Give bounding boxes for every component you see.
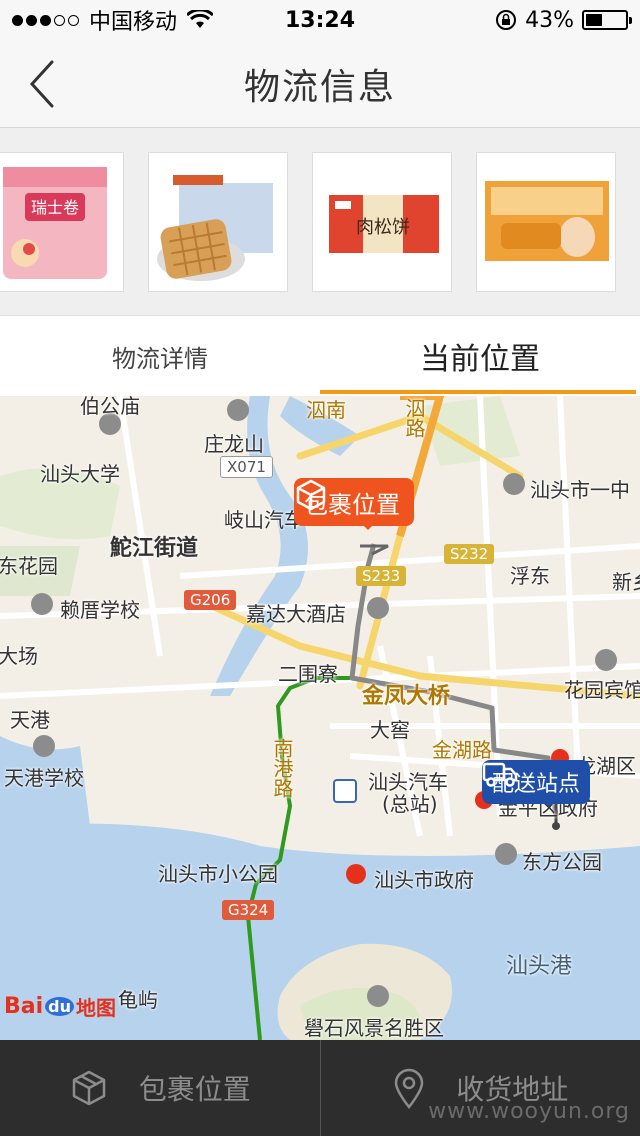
- map-label: 鮀江街道: [110, 536, 199, 561]
- map-label: 天港: [10, 708, 50, 732]
- delivery-station-marker[interactable]: 配送站点: [482, 760, 591, 807]
- map-label: 庄龙山: [204, 432, 264, 456]
- map-label: 汕头市小公园: [158, 862, 278, 886]
- package-location-label: 包裹位置: [138, 1073, 251, 1106]
- tab-bar: 物流详情 当前位置: [0, 316, 640, 396]
- road-badge: G206: [184, 590, 237, 610]
- road-badge: X071: [220, 456, 273, 478]
- map-label: 花园宾馆: [564, 678, 640, 702]
- package-icon: [72, 1070, 105, 1106]
- product-thumbnail[interactable]: 肉松饼: [312, 152, 452, 292]
- tab-logistics-details[interactable]: 物流详情: [0, 316, 320, 396]
- watermark: www.wooyun.org: [428, 1099, 630, 1124]
- map-label: 嘉达大酒店: [246, 602, 346, 626]
- product-strip[interactable]: 瑞士卷 肉松饼: [0, 128, 640, 316]
- product-thumbnail[interactable]: 瑞士卷: [0, 152, 124, 292]
- map-label: 天港学校: [4, 766, 84, 790]
- map-label: 岐山汽车: [224, 508, 304, 532]
- svg-text:肉松饼: 肉松饼: [356, 217, 410, 238]
- map-label: 金凤大桥: [362, 684, 451, 709]
- wifi-icon: [187, 10, 214, 28]
- map-label: 龟屿: [118, 988, 158, 1012]
- baidu-map-logo: Bai du 地图: [4, 994, 116, 1020]
- map-label: 泅路: [402, 398, 426, 438]
- chevron-left-icon: [29, 60, 54, 108]
- map-label: 汕头市一中: [530, 478, 630, 502]
- map-label: 东方公园: [522, 850, 602, 874]
- product-thumbnail[interactable]: [476, 152, 616, 292]
- status-bar: 中国移动 13:24 43%: [0, 0, 640, 40]
- product-image-swiss-roll: 瑞士卷: [3, 167, 107, 279]
- map-label: 浮东: [510, 564, 550, 588]
- bottom-action-bar: 包裹位置 收货地址 www.wooyun.org: [0, 1040, 640, 1136]
- product-image-french-bread: [485, 181, 609, 261]
- map-label: 南港路: [270, 738, 294, 798]
- map-label: 礐石风景名胜区: [304, 1016, 444, 1040]
- carrier-name: 中国移动: [89, 10, 178, 35]
- signal-strength-icon: [12, 14, 79, 26]
- svg-text:瑞士卷: 瑞士卷: [31, 198, 79, 217]
- road-badge: G324: [222, 900, 275, 920]
- back-button[interactable]: [20, 54, 70, 114]
- location-pin-icon: [394, 1068, 424, 1109]
- tab-current-location[interactable]: 当前位置: [320, 316, 640, 396]
- map-label: 汕头港: [506, 954, 573, 979]
- map-label: 汕头大学: [40, 462, 120, 486]
- road-badge: S233: [356, 566, 407, 586]
- package-icon: [296, 479, 326, 511]
- map-label: 大场: [0, 644, 38, 668]
- map-label: 大窖: [370, 718, 410, 742]
- map-label: 泅南: [306, 398, 346, 422]
- truck-icon: [482, 762, 518, 787]
- battery-percent: 43%: [525, 7, 574, 33]
- map-label: 伯公庙: [80, 396, 140, 418]
- map-label: 新乡: [612, 570, 640, 594]
- rotation-lock-icon: [496, 10, 517, 30]
- map-view[interactable]: 伯公庙 庄龙山 汕头大学 鮀江街道 岐山汽车 嘉达大酒店 赖厝学校 东花园 大场…: [0, 396, 640, 1040]
- package-location-marker[interactable]: 包裹位置: [294, 478, 414, 530]
- map-label: 东花园: [0, 554, 58, 578]
- package-location-button[interactable]: 包裹位置: [0, 1040, 320, 1136]
- map-label: 汕头市政府: [374, 868, 474, 892]
- road-badge: S232: [444, 544, 495, 564]
- product-image-waffle: [157, 175, 273, 281]
- map-label: 金湖路: [432, 738, 492, 762]
- map-label: (总站): [382, 792, 438, 816]
- battery-icon: [582, 10, 632, 30]
- page-title: 物流信息: [243, 66, 396, 108]
- map-label: 二围寮: [278, 662, 338, 686]
- navigation-bar: 物流信息: [0, 40, 640, 128]
- map-label: 赖厝学校: [60, 598, 140, 622]
- product-thumbnail[interactable]: [148, 152, 288, 292]
- product-image-pork-floss-cake: 肉松饼: [329, 195, 439, 253]
